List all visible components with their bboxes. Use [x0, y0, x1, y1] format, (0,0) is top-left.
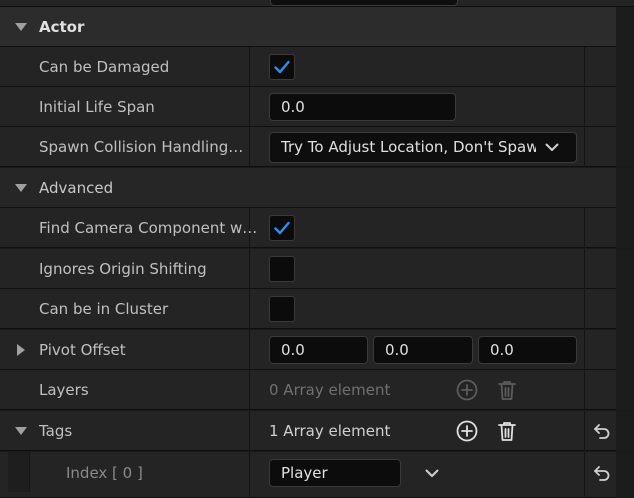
property-row-layers: Layers 0 Array element — [0, 370, 634, 410]
add-element-icon[interactable] — [455, 419, 479, 443]
indent-guide — [8, 452, 30, 492]
scrollbar-track[interactable] — [616, 47, 634, 87]
scrollbar-track[interactable] — [616, 7, 634, 47]
scrollbar-track[interactable] — [616, 87, 634, 127]
property-row-can-be-in-cluster: Can be in Cluster — [0, 289, 634, 329]
property-value-cell: 1 Array element — [251, 411, 584, 451]
can-be-damaged-checkbox[interactable] — [269, 54, 295, 80]
property-value-cell: 0 Array element — [251, 370, 584, 410]
property-row-initial-life-span: Initial Life Span 0.0 — [0, 87, 634, 127]
initial-life-span-input[interactable]: 0.0 — [269, 93, 456, 121]
scrollbar-track[interactable] — [616, 411, 634, 451]
triangle-down-icon[interactable] — [15, 23, 27, 31]
previous-row-edge — [0, 0, 634, 7]
property-value-cell — [251, 289, 584, 329]
tag-name-input[interactable]: Player — [269, 459, 401, 487]
property-row-pivot-offset: Pivot Offset 0.0 0.0 0.0 — [0, 330, 634, 370]
dropdown-selected-value: Try To Adjust Location, Don't Spawn If S… — [281, 138, 536, 156]
property-name-cell: Initial Life Span — [8, 87, 250, 127]
array-count-text: 1 Array element — [269, 422, 391, 440]
spawn-collision-dropdown[interactable]: Try To Adjust Location, Don't Spawn If S… — [269, 132, 577, 163]
property-value-cell — [251, 47, 584, 87]
property-row-tags-index-0: Index [ 0 ] Player — [0, 452, 634, 498]
array-count-text: 0 Array element — [269, 381, 391, 399]
property-name-cell: Can be in Cluster — [8, 289, 250, 329]
property-label: Spawn Collision Handling… — [39, 138, 244, 156]
reset-cell — [584, 208, 616, 248]
reset-cell — [584, 249, 616, 289]
trash-icon[interactable] — [495, 419, 519, 443]
category-actor[interactable]: Actor — [0, 7, 634, 47]
scrollbar-track[interactable] — [616, 249, 634, 289]
reset-cell — [584, 127, 616, 167]
reset-cell — [584, 452, 616, 498]
property-value-cell — [251, 208, 584, 248]
category-advanced[interactable]: Advanced — [0, 168, 634, 208]
triangle-right-icon[interactable] — [17, 344, 25, 356]
category-label: Advanced — [39, 179, 114, 197]
chevron-down-icon — [545, 143, 559, 151]
triangle-down-icon[interactable] — [15, 184, 27, 192]
reset-cell — [584, 330, 616, 370]
reset-to-default-icon[interactable] — [593, 422, 611, 440]
property-name-cell: Find Camera Component w… — [8, 208, 257, 248]
property-label: Can be in Cluster — [39, 300, 169, 318]
chevron-down-icon[interactable] — [425, 469, 439, 478]
property-label: Layers — [39, 381, 89, 399]
scrollbar-track[interactable] — [616, 370, 634, 410]
property-name-cell: Index [ 0 ] — [30, 452, 250, 498]
reset-cell — [584, 370, 616, 410]
can-be-in-cluster-checkbox[interactable] — [269, 296, 295, 322]
category-label: Actor — [39, 18, 85, 36]
property-label: Can be Damaged — [39, 58, 170, 76]
property-name-cell: Can be Damaged — [8, 47, 250, 87]
property-row-spawn-collision: Spawn Collision Handling… Try To Adjust … — [0, 127, 634, 167]
triangle-down-icon[interactable] — [15, 427, 27, 435]
scrollbar-track[interactable] — [616, 452, 634, 498]
property-name-cell: Pivot Offset — [8, 330, 250, 370]
scrollbar-track[interactable] — [616, 289, 634, 329]
property-name-cell: Layers — [8, 370, 250, 410]
property-value-cell: Try To Adjust Location, Don't Spawn If S… — [251, 127, 584, 167]
pivot-offset-z-input[interactable]: 0.0 — [478, 336, 577, 364]
property-value-cell: 0.0 0.0 0.0 — [251, 330, 584, 370]
trash-icon[interactable] — [495, 378, 519, 402]
find-camera-checkbox[interactable] — [269, 215, 295, 241]
category-actor-name: Actor — [8, 7, 568, 47]
ignores-origin-shifting-checkbox[interactable] — [269, 256, 295, 282]
details-panel: Actor Can be Damaged Initial Life Span 0… — [0, 0, 634, 498]
property-row-ignores-origin-shifting: Ignores Origin Shifting — [0, 249, 634, 289]
add-element-icon[interactable] — [455, 378, 479, 402]
property-row-can-be-damaged: Can be Damaged — [0, 47, 634, 87]
reset-to-default-icon[interactable] — [593, 464, 611, 482]
reset-cell — [584, 87, 616, 127]
property-name-cell: Spawn Collision Handling… — [8, 127, 250, 167]
checkmark-icon — [274, 221, 290, 235]
property-row-tags: Tags 1 Array element — [0, 411, 634, 451]
property-label: Tags — [39, 422, 73, 440]
property-value-cell: Player — [251, 452, 584, 492]
scrollbar-track[interactable] — [616, 208, 634, 248]
property-label: Find Camera Component w… — [39, 219, 258, 237]
property-label: Pivot Offset — [39, 341, 126, 359]
property-label: Index [ 0 ] — [66, 464, 143, 482]
property-value-cell — [251, 249, 584, 289]
scrollbar-track[interactable] — [616, 127, 634, 167]
property-row-find-camera: Find Camera Component w… — [0, 208, 634, 248]
property-label: Initial Life Span — [39, 98, 155, 116]
scrollbar-track[interactable] — [616, 168, 634, 208]
property-name-cell: Ignores Origin Shifting — [8, 249, 250, 289]
pivot-offset-y-input[interactable]: 0.0 — [373, 336, 473, 364]
property-label: Ignores Origin Shifting — [39, 260, 207, 278]
property-value-cell: 0.0 — [251, 87, 584, 127]
checkmark-icon — [274, 60, 290, 74]
reset-cell — [584, 47, 616, 87]
previous-field-edge — [270, 0, 458, 6]
property-name-cell: Tags — [8, 411, 250, 451]
category-advanced-name: Advanced — [8, 168, 568, 208]
pivot-offset-x-input[interactable]: 0.0 — [269, 336, 368, 364]
scrollbar-track[interactable] — [616, 330, 634, 370]
reset-cell — [584, 289, 616, 329]
reset-cell — [584, 411, 616, 451]
